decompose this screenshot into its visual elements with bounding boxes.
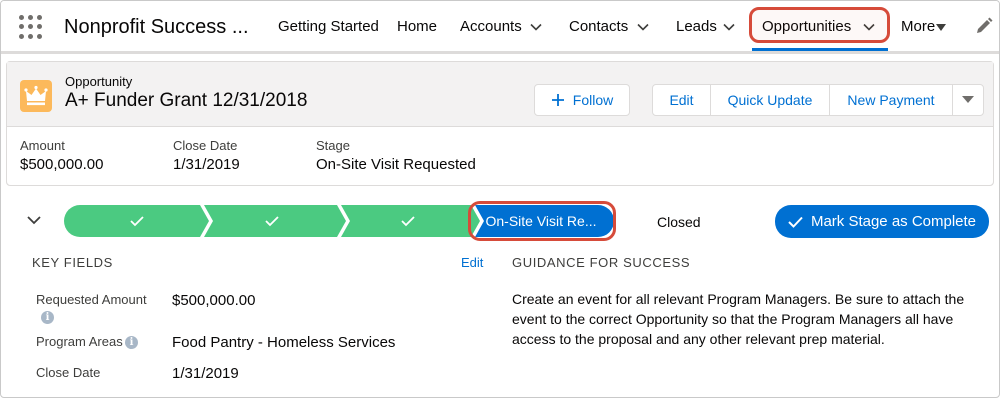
contacts-chevron-down-icon[interactable]: [637, 21, 649, 33]
highlight-value-close-date: 1/31/2019: [173, 156, 240, 173]
follow-button-label: Follow: [572, 92, 614, 108]
app-name: Nonprofit Success ...: [64, 16, 249, 38]
follow-button[interactable]: Follow: [534, 84, 630, 116]
check-icon: [788, 216, 803, 228]
key-fields-edit-link[interactable]: Edit: [461, 255, 483, 270]
nav-item-accounts[interactable]: Accounts: [460, 18, 522, 35]
path-collapse-chevron-icon[interactable]: [26, 212, 42, 228]
plus-icon: [551, 94, 564, 106]
guidance-heading: GUIDANCE FOR SUCCESS: [512, 255, 691, 270]
info-icon[interactable]: i: [125, 336, 138, 349]
highlight-label-close-date: Close Date: [173, 138, 238, 153]
opportunities-callout-outline: [749, 7, 890, 43]
nav-item-more[interactable]: More: [901, 18, 935, 35]
quick-update-button[interactable]: Quick Update: [710, 84, 830, 116]
nav-item-getting-started[interactable]: Getting Started: [278, 18, 379, 35]
nav-item-leads[interactable]: Leads: [676, 18, 717, 35]
mark-stage-complete-label: Mark Stage as Complete: [810, 213, 977, 230]
key-field-value-close-date: 1/31/2019: [172, 365, 239, 382]
highlight-value-stage: On-Site Visit Requested: [316, 156, 476, 173]
app-launcher-icon[interactable]: [19, 15, 43, 39]
key-field-label-program-areas: Program Areas: [36, 334, 123, 349]
more-caret-down-icon[interactable]: [936, 24, 946, 32]
key-field-label-close-date: Close Date: [36, 365, 101, 380]
record-header-top: Opportunity A+ Funder Grant 12/31/2018 F…: [7, 62, 993, 127]
info-icon[interactable]: i: [41, 311, 54, 324]
more-actions-button[interactable]: [952, 84, 984, 116]
highlight-value-amount: $500,000.00: [20, 156, 104, 173]
nav-item-home[interactable]: Home: [397, 18, 437, 35]
record-highlights-panel: Opportunity A+ Funder Grant 12/31/2018 F…: [6, 61, 994, 186]
edit-button[interactable]: Edit: [652, 84, 711, 116]
crown-icon: [20, 80, 52, 112]
accounts-chevron-down-icon[interactable]: [530, 21, 542, 33]
new-payment-button[interactable]: New Payment: [829, 84, 953, 116]
caret-down-icon: [962, 96, 974, 103]
app-frame: Nonprofit Success ... Getting Started Ho…: [0, 0, 1000, 398]
key-fields-heading: KEY FIELDS: [32, 255, 113, 270]
record-title: A+ Funder Grant 12/31/2018: [65, 90, 308, 111]
global-navigation: Nonprofit Success ... Getting Started Ho…: [1, 1, 999, 54]
highlight-label-amount: Amount: [20, 138, 65, 153]
nav-active-indicator: [752, 48, 888, 51]
leads-chevron-down-icon[interactable]: [723, 21, 735, 33]
nav-item-contacts[interactable]: Contacts: [569, 18, 628, 35]
edit-nav-pencil-icon[interactable]: [975, 17, 993, 35]
record-type-label: Opportunity: [65, 74, 133, 89]
mark-stage-complete-button[interactable]: Mark Stage as Complete: [775, 205, 989, 238]
current-stage-callout-outline: [468, 201, 616, 241]
key-field-label-requested-amount: Requested Amount: [36, 292, 147, 307]
key-field-value-program-areas: Food Pantry - Homeless Services: [172, 334, 396, 351]
path-step-closed[interactable]: Closed: [657, 214, 701, 230]
guidance-text: Create an event for all relevant Program…: [512, 291, 965, 347]
record-highlight-fields: Amount $500,000.00 Close Date 1/31/2019 …: [7, 127, 993, 185]
path-step-complete-1[interactable]: [64, 205, 209, 237]
highlight-label-stage: Stage: [316, 138, 350, 153]
key-field-value-requested-amount: $500,000.00: [172, 292, 256, 309]
